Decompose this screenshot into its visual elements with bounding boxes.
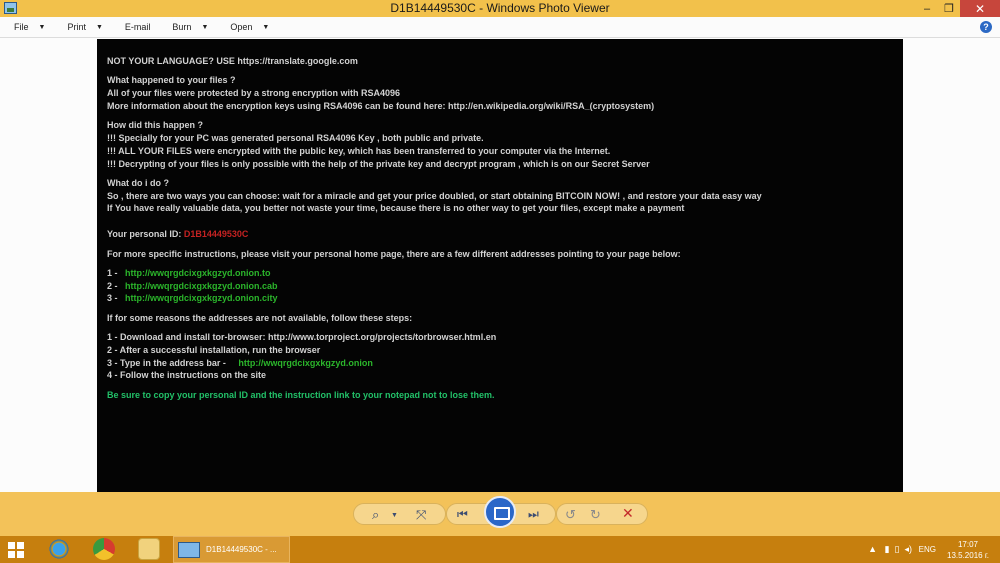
note-language-line: NOT YOUR LANGUAGE? USE https://translate… [107, 56, 358, 66]
note-personal-id-line: Your personal ID: D1B14449530C [107, 228, 893, 241]
rotate-right-icon[interactable]: ↻ [590, 507, 601, 523]
window-title: D1B14449530C - Windows Photo Viewer [390, 1, 610, 15]
address-number: 1 - [107, 267, 118, 278]
file-explorer-icon[interactable] [138, 538, 160, 560]
menu-burn-label: Burn [172, 22, 192, 32]
delete-icon[interactable]: ✕ [622, 505, 634, 522]
menu-file-label: File [14, 22, 29, 32]
address-row: 1 - http://wwqrgdcixgxkgzyd.onion.to [107, 267, 893, 280]
note-step: 4 - Follow the instructions on the site [107, 370, 267, 381]
note-step: 2 - After a successful installation, run… [107, 344, 321, 355]
step-3-prefix: 3 - Type in the address bar - [107, 357, 226, 368]
menu-open-label: Open [230, 22, 253, 32]
note-heading-todo: What do i do ? [107, 177, 169, 188]
menu-email[interactable]: E-mail [125, 22, 151, 32]
menu-open[interactable]: Open ▼ [230, 22, 269, 32]
chevron-down-icon: ▼ [95, 23, 103, 31]
slideshow-button[interactable] [484, 496, 516, 528]
address-row: 3 - http://wwqrgdcixgxkgzyd.onion.city [107, 292, 893, 305]
address-link: http://wwqrgdcixgxkgzyd.onion.city [125, 293, 278, 304]
previous-icon[interactable]: ⏮ [457, 507, 468, 522]
title-bar: D1B14449530C - Windows Photo Viewer – ❐ … [0, 0, 1000, 17]
zoom-group [353, 503, 446, 525]
chevron-down-icon: ▼ [262, 23, 270, 31]
note-heading-what-happened: What happened to your files ? [107, 75, 236, 86]
chrome-icon[interactable] [93, 538, 115, 560]
minimize-button[interactable]: – [916, 0, 938, 17]
note-line: !!! Specially for your PC was generated … [107, 132, 484, 143]
ransom-note-image: NOT YOUR LANGUAGE? USE https://translate… [97, 39, 903, 492]
menu-file[interactable]: File ▼ [14, 22, 45, 32]
note-line: If You have really valuable data, you be… [107, 203, 685, 214]
menu-email-label: E-mail [124, 22, 151, 32]
personal-id-label: Your personal ID: [107, 229, 184, 240]
menu-print-label: Print [67, 22, 86, 32]
note-final-warning: Be sure to copy your personal ID and the… [107, 389, 495, 400]
note-line: !!! Decrypting of your files is only pos… [107, 158, 650, 169]
note-heading-how: How did this happen ? [107, 120, 203, 131]
photo-viewer-icon [178, 542, 200, 558]
clock-time: 17:07 [957, 540, 979, 549]
internet-explorer-icon[interactable] [48, 538, 70, 560]
language-indicator[interactable]: ENG [919, 545, 936, 554]
menu-print[interactable]: Print ▼ [67, 22, 102, 32]
tray-icons[interactable]: ▲ ▮ ▯ ◂) [868, 544, 912, 555]
note-line: More information about the encryption ke… [107, 100, 655, 111]
note-line: For more specific instructions, please v… [107, 248, 681, 259]
window-controls: – ❐ ✕ [916, 0, 1000, 17]
address-row: 2 - http://wwqrgdcixgxkgzyd.onion.cab [107, 280, 893, 293]
address-link: http://wwqrgdcixgxkgzyd.onion.cab [125, 280, 278, 291]
taskbar-item-label: D1B14449530C - ... [206, 545, 277, 554]
image-viewport: NOT YOUR LANGUAGE? USE https://translate… [0, 38, 1000, 492]
windows-start-icon[interactable] [8, 542, 24, 558]
note-line: If for some reasons the addresses are no… [107, 312, 413, 323]
next-icon[interactable]: ⏭ [528, 507, 539, 522]
note-line: !!! ALL YOUR FILES were encrypted with t… [107, 145, 611, 156]
note-step: 1 - Download and install tor-browser: ht… [107, 332, 497, 343]
note-line: All of your files were protected by a st… [107, 88, 401, 99]
step-3-link: http://wwqrgdcixgxkgzyd.onion [238, 357, 373, 368]
rotate-left-icon[interactable]: ↺ [565, 507, 576, 523]
navigation-toolbar: ⌕ ▼ ⤧ ⏮ ⏭ ↺ ↻ ✕ [0, 492, 1000, 536]
actual-size-icon[interactable]: ⤧ [416, 507, 426, 523]
chevron-down-icon[interactable]: ▼ [391, 512, 398, 519]
chevron-down-icon: ▼ [38, 23, 46, 31]
taskbar-item-photo-viewer[interactable]: D1B14449530C - ... [173, 536, 290, 563]
address-number: 2 - [107, 280, 118, 291]
note-line: So , there are two ways you can choose: … [107, 190, 762, 201]
address-link: http://wwqrgdcixgxkgzyd.onion.to [125, 267, 271, 278]
zoom-icon[interactable]: ⌕ [372, 507, 379, 523]
address-number: 3 - [107, 293, 118, 304]
close-button[interactable]: ✕ [960, 0, 1000, 17]
clock-date: 13.5.2016 г. [947, 551, 989, 560]
chevron-down-icon: ▼ [201, 23, 209, 31]
menu-bar: File ▼ Print ▼ E-mail Burn ▼ Open ▼ ? [0, 17, 1000, 38]
personal-id-value: D1B14449530C [183, 229, 249, 240]
help-icon[interactable]: ? [980, 21, 992, 33]
taskbar: D1B14449530C - ... ▲ ▮ ▯ ◂) ENG 17:07 13… [0, 536, 1000, 563]
clock[interactable]: 17:07 13.5.2016 г. [944, 539, 992, 561]
menu-burn[interactable]: Burn ▼ [172, 22, 208, 32]
note-step: 3 - Type in the address bar - http://wwq… [107, 357, 893, 370]
maximize-button[interactable]: ❐ [938, 0, 960, 17]
